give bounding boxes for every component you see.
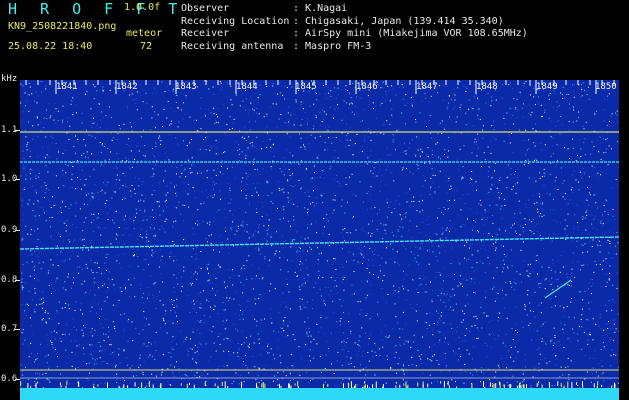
file-name: KN9_2508221840.png: [8, 21, 117, 32]
datetime-label: 25.08.22 18:40: [8, 41, 93, 52]
x-tick-label: 1847: [416, 82, 438, 92]
mode-label: meteor: [126, 28, 163, 39]
x-tick-label: 1843: [175, 82, 197, 92]
bottom-band: [20, 388, 619, 400]
x-tick-label: 1848: [476, 82, 498, 92]
spectrogram-canvas: [20, 80, 619, 400]
info-row-receiver: Receiver: AirSpy mini (Miakejima VOR 108…: [181, 28, 528, 39]
spectrogram-background: [20, 80, 619, 400]
count-label: 72: [140, 41, 153, 52]
x-tick-label: 1849: [536, 82, 558, 92]
x-tick-label: 1846: [356, 82, 378, 92]
info-row-antenna: Receiving antenna: Maspro FM-3: [181, 40, 372, 52]
header-panel: H R O F F T 1.0.0f KN9_2508221840.png me…: [0, 0, 629, 72]
x-tick-label: 1841: [56, 82, 78, 92]
info-row-location: Receiving Location: Chigasaki, Japan (13…: [181, 15, 504, 27]
info-panel: Observer: K.Nagai Receiving Location: Ch…: [181, 3, 528, 53]
x-tick-label: 1842: [116, 82, 138, 92]
info-row-observer: Observer: K.Nagai: [181, 3, 348, 14]
app-version: 1.0.0f: [124, 2, 161, 13]
spectrogram: [20, 80, 619, 400]
x-tick-label: 1845: [295, 82, 317, 92]
x-tick-label: 1850: [595, 82, 617, 92]
y-axis-unit: kHz: [1, 74, 18, 84]
x-tick-label: 1844: [236, 82, 258, 92]
